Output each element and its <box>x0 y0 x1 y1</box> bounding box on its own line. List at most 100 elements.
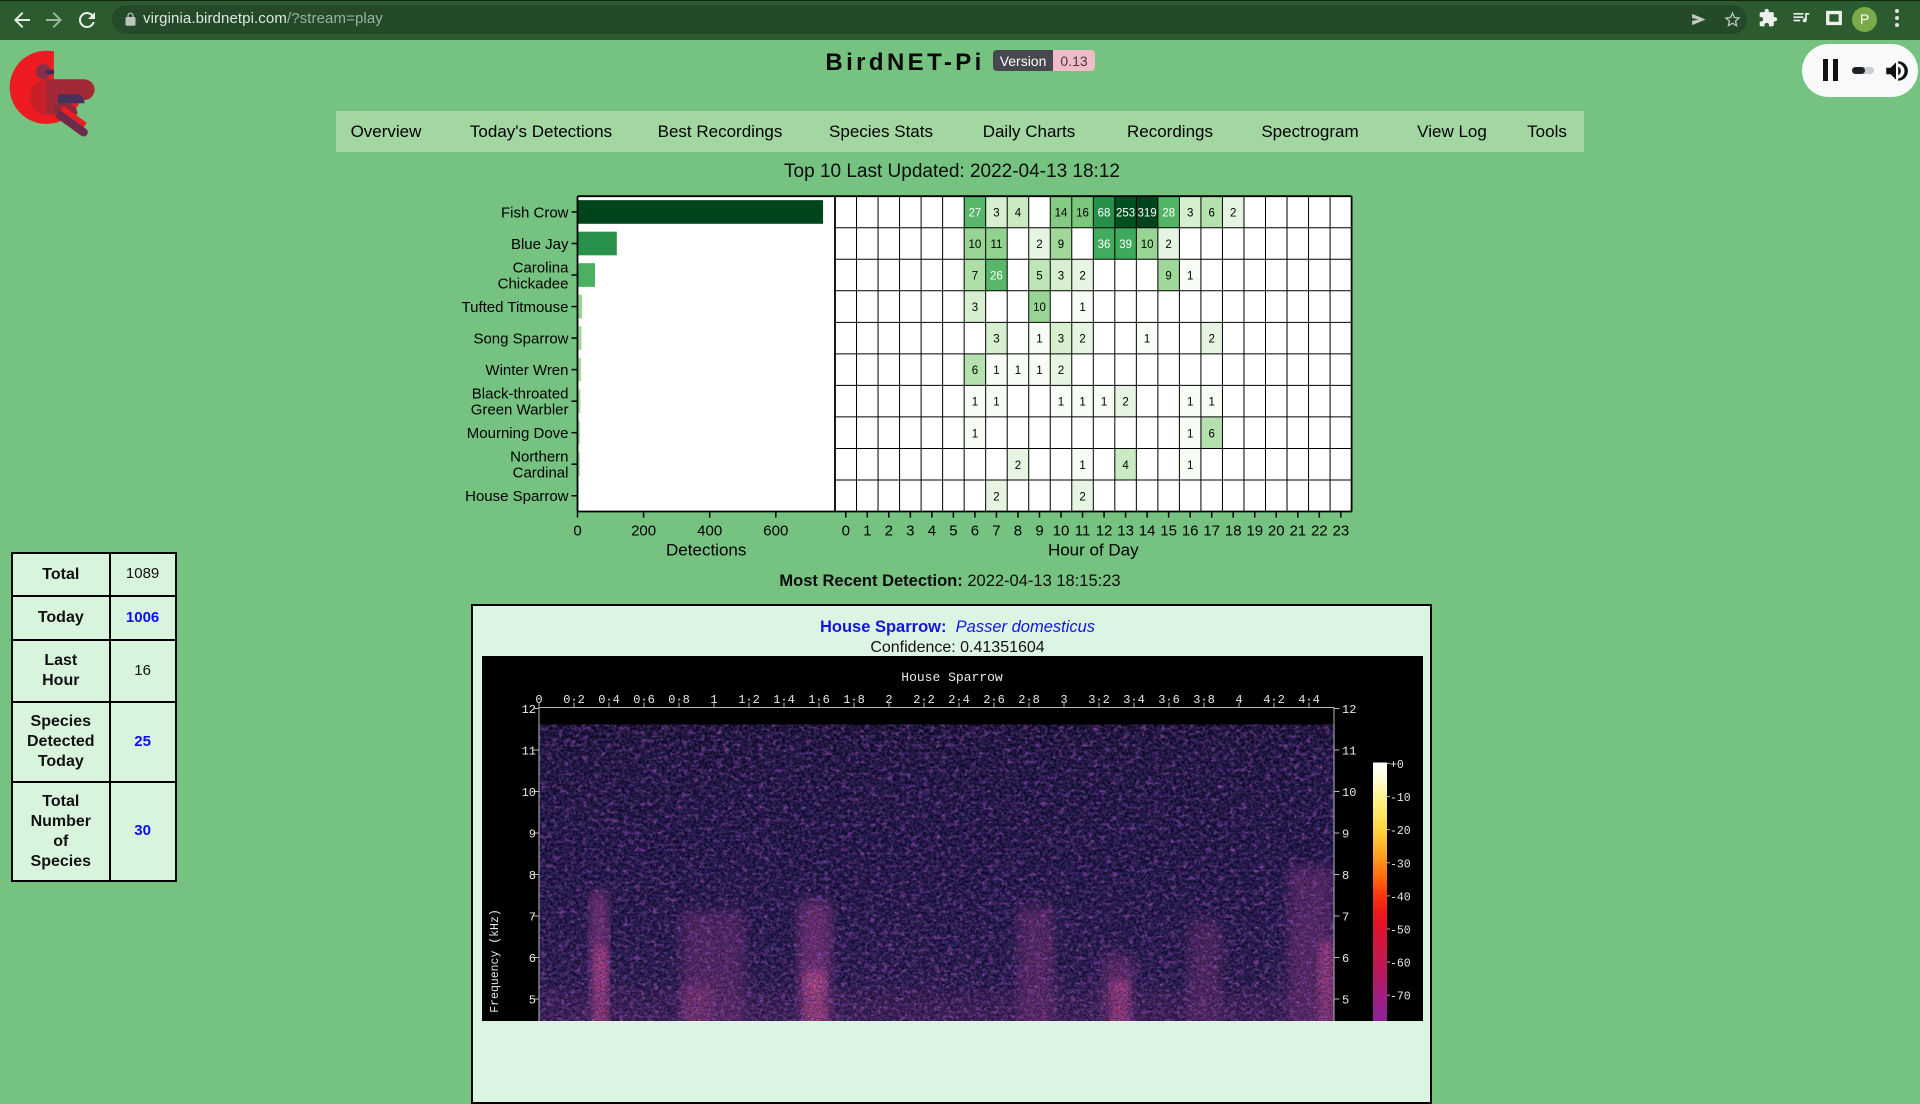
svg-text:1: 1 <box>1187 460 1193 472</box>
svg-text:7: 7 <box>992 523 1000 540</box>
svg-text:House Sparrow: House Sparrow <box>901 670 1003 685</box>
svg-text:4: 4 <box>1122 460 1129 472</box>
svg-text:6: 6 <box>1342 952 1349 966</box>
svg-text:-50: -50 <box>1390 925 1411 938</box>
svg-text:17: 17 <box>1203 523 1220 540</box>
svg-text:13: 13 <box>1117 523 1134 540</box>
svg-text:5: 5 <box>949 523 957 540</box>
svg-text:1: 1 <box>1187 428 1193 440</box>
svg-text:10: 10 <box>969 239 982 251</box>
svg-text:11: 11 <box>1075 523 1091 540</box>
svg-text:+0: +0 <box>1390 759 1404 772</box>
svg-text:2: 2 <box>1036 239 1042 251</box>
svg-text:2: 2 <box>1079 491 1085 503</box>
svg-text:16: 16 <box>1182 523 1199 540</box>
svg-text:22: 22 <box>1311 523 1328 540</box>
svg-text:16: 16 <box>1076 208 1089 220</box>
svg-text:Tufted Titmouse: Tufted Titmouse <box>462 299 569 316</box>
svg-text:10: 10 <box>1033 302 1046 314</box>
svg-text:1: 1 <box>1079 460 1085 472</box>
svg-text:21: 21 <box>1289 523 1306 540</box>
svg-text:1: 1 <box>972 397 978 409</box>
svg-text:2: 2 <box>1015 460 1021 472</box>
svg-text:-30: -30 <box>1390 858 1411 871</box>
svg-text:12: 12 <box>1342 703 1356 717</box>
svg-text:1: 1 <box>1101 397 1107 409</box>
svg-text:10: 10 <box>1342 786 1356 800</box>
svg-text:400: 400 <box>697 523 722 540</box>
svg-text:-40: -40 <box>1390 891 1411 904</box>
svg-text:6: 6 <box>529 952 536 966</box>
svg-text:1: 1 <box>1036 334 1042 346</box>
svg-text:Song Sparrow: Song Sparrow <box>473 331 568 348</box>
svg-text:1: 1 <box>1079 302 1085 314</box>
svg-text:2: 2 <box>993 491 999 503</box>
svg-text:4: 4 <box>928 523 936 540</box>
svg-text:-70: -70 <box>1390 991 1411 1004</box>
svg-text:Hour of Day: Hour of Day <box>1048 541 1139 560</box>
svg-text:14: 14 <box>1139 523 1156 540</box>
svg-text:1: 1 <box>972 428 978 440</box>
svg-text:7: 7 <box>529 911 536 925</box>
svg-text:7: 7 <box>1342 911 1349 925</box>
svg-text:9: 9 <box>529 828 536 842</box>
svg-text:11: 11 <box>990 239 1002 251</box>
svg-text:253: 253 <box>1116 208 1135 220</box>
svg-text:10: 10 <box>522 786 536 800</box>
svg-text:1: 1 <box>993 365 999 377</box>
svg-text:6: 6 <box>1208 208 1214 220</box>
svg-text:4: 4 <box>1015 208 1022 220</box>
svg-text:19: 19 <box>1246 523 1263 540</box>
svg-text:8: 8 <box>1014 523 1022 540</box>
svg-text:Fish Crow: Fish Crow <box>501 204 569 221</box>
svg-text:26: 26 <box>990 271 1003 283</box>
svg-text:Mourning Dove: Mourning Dove <box>467 425 569 442</box>
svg-text:23: 23 <box>1332 523 1349 540</box>
svg-text:5: 5 <box>529 994 536 1008</box>
svg-text:600: 600 <box>763 523 788 540</box>
svg-text:2: 2 <box>885 523 893 540</box>
svg-text:2: 2 <box>1122 397 1128 409</box>
svg-text:3: 3 <box>972 302 978 314</box>
svg-text:9: 9 <box>1035 523 1043 540</box>
svg-text:Frequency (kHz): Frequency (kHz) <box>489 909 502 1013</box>
svg-text:68: 68 <box>1098 208 1111 220</box>
svg-text:2: 2 <box>1079 334 1085 346</box>
svg-text:15: 15 <box>1160 523 1177 540</box>
svg-text:20: 20 <box>1268 523 1285 540</box>
svg-text:-60: -60 <box>1390 958 1411 971</box>
svg-text:Chickadee: Chickadee <box>498 276 569 293</box>
svg-text:Blue Jay: Blue Jay <box>511 236 569 253</box>
svg-text:28: 28 <box>1162 208 1175 220</box>
svg-text:1: 1 <box>993 397 999 409</box>
svg-text:6: 6 <box>972 365 978 377</box>
svg-text:10: 10 <box>1141 239 1154 251</box>
svg-text:3: 3 <box>906 523 914 540</box>
svg-text:2: 2 <box>1165 239 1171 251</box>
svg-text:1: 1 <box>1144 334 1150 346</box>
svg-text:Carolina: Carolina <box>513 260 570 277</box>
svg-text:11: 11 <box>522 745 536 759</box>
svg-text:6: 6 <box>1208 428 1214 440</box>
svg-text:6: 6 <box>971 523 979 540</box>
svg-text:3: 3 <box>993 334 999 346</box>
svg-text:1: 1 <box>1187 397 1193 409</box>
svg-text:3: 3 <box>1058 271 1064 283</box>
svg-text:18: 18 <box>1225 523 1242 540</box>
svg-text:Northern: Northern <box>510 449 568 466</box>
svg-text:Black-throated: Black-throated <box>472 386 569 403</box>
svg-text:9: 9 <box>1058 239 1064 251</box>
svg-text:5: 5 <box>1036 271 1042 283</box>
svg-text:1: 1 <box>863 523 871 540</box>
svg-text:Cardinal: Cardinal <box>513 465 569 482</box>
svg-text:1: 1 <box>1187 271 1193 283</box>
svg-text:0: 0 <box>573 523 581 540</box>
svg-text:39: 39 <box>1119 239 1132 251</box>
svg-text:3: 3 <box>993 208 999 220</box>
svg-text:36: 36 <box>1098 239 1111 251</box>
svg-text:9: 9 <box>1165 271 1171 283</box>
svg-text:200: 200 <box>631 523 656 540</box>
svg-text:-20: -20 <box>1390 825 1411 838</box>
svg-text:12: 12 <box>1096 523 1113 540</box>
svg-text:Green Warbler: Green Warbler <box>471 402 569 419</box>
